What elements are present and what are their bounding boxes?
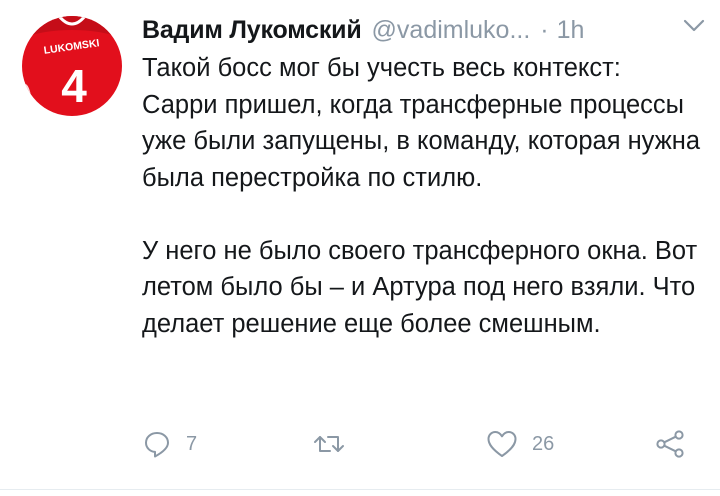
retweet-icon <box>314 436 344 452</box>
tweet-text: Такой босс мог бы учесть весь контекст: … <box>142 50 702 342</box>
tweet-paragraph: У него не было своего трансферного окна.… <box>142 236 698 338</box>
reply-button[interactable]: 7 <box>142 424 197 464</box>
avatar-jersey-image: LUKOMSKI 4 <box>22 16 122 116</box>
tweet[interactable]: LUKOMSKI 4 Вадим Лукомский @vadimluko...… <box>0 0 720 496</box>
tweet-actions: 7 26 <box>142 424 702 464</box>
chevron-down-icon <box>683 19 705 32</box>
author-name[interactable]: Вадим Лукомский <box>142 16 362 45</box>
heart-icon <box>487 431 517 457</box>
tweet-paragraph: Такой босс мог бы учесть весь контекст: … <box>142 54 701 192</box>
like-button[interactable]: 26 <box>486 424 554 464</box>
avatar[interactable]: LUKOMSKI 4 <box>22 16 122 116</box>
author-handle[interactable]: @vadimluko... <box>372 16 531 45</box>
share-button[interactable] <box>654 424 686 464</box>
reply-count: 7 <box>186 432 198 455</box>
reply-icon <box>145 432 169 458</box>
separator-dot: · <box>540 15 549 44</box>
tweet-menu-button[interactable] <box>680 12 708 40</box>
share-icon <box>656 430 684 458</box>
divider <box>0 489 720 490</box>
like-count: 26 <box>532 432 555 455</box>
retweet-button[interactable] <box>312 424 360 464</box>
tweet-header: Вадим Лукомский @vadimluko... · 1h <box>142 8 700 52</box>
jersey-number: 4 <box>61 60 87 112</box>
timestamp[interactable]: 1h <box>557 16 585 45</box>
